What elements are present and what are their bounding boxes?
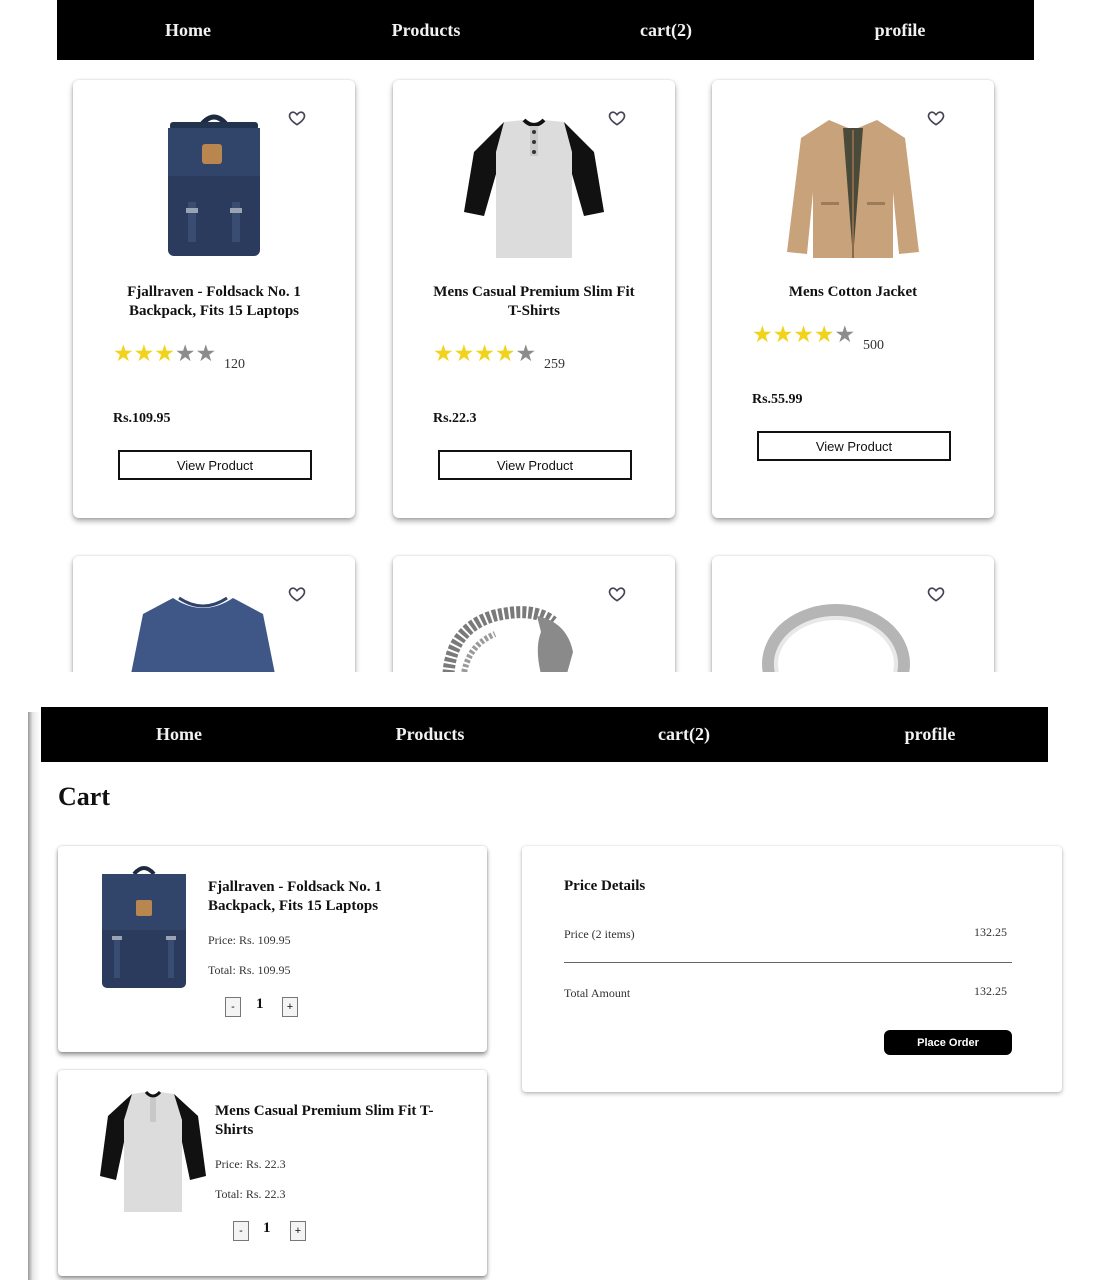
view-product-button[interactable]: View Product bbox=[438, 450, 632, 480]
cart-item-name: Mens Casual Premium Slim Fit T-Shirts bbox=[215, 1103, 434, 1138]
quantity-value: 1 bbox=[256, 996, 264, 1012]
cart-item-name: Fjallraven - Foldsack No. 1 Backpack, Fi… bbox=[208, 879, 382, 914]
page-title: Cart bbox=[58, 782, 110, 811]
total-amount-value: 132.25 bbox=[974, 984, 1007, 998]
nav-products[interactable]: Products bbox=[370, 0, 482, 60]
product-price: Rs.55.99 bbox=[752, 392, 803, 407]
cart-navbar: Home Products cart(2) profile bbox=[41, 707, 1048, 762]
jacket-image bbox=[787, 120, 919, 258]
nav-profile[interactable]: profile bbox=[844, 0, 956, 60]
product-title: Mens Cotton Jacket bbox=[788, 284, 918, 300]
view-product-button[interactable]: View Product bbox=[118, 450, 312, 480]
backpack-image bbox=[102, 866, 186, 988]
nav-home[interactable]: Home bbox=[132, 0, 244, 60]
product-row-2 bbox=[0, 540, 1105, 672]
nav-cart[interactable]: cart(2) bbox=[610, 0, 722, 60]
product-title: Fjallraven - Foldsack No. 1 Backpack, Fi… bbox=[127, 284, 301, 319]
price-details-panel: Price Details Price (2 items) 132.25 Tot… bbox=[522, 846, 1062, 1092]
product-card: Mens Cotton Jacket ★★★★★ 500 Rs.55.99 Vi… bbox=[712, 80, 994, 518]
heart-icon[interactable] bbox=[287, 584, 307, 604]
cart-item-total: Total: Rs. 22.3 bbox=[215, 1187, 286, 1201]
nav-products[interactable]: Products bbox=[374, 707, 486, 762]
product-card: Fjallraven - Foldsack No. 1 Backpack, Fi… bbox=[73, 80, 355, 518]
heart-icon[interactable] bbox=[607, 584, 627, 604]
nav-cart[interactable]: cart(2) bbox=[628, 707, 740, 762]
cart-item-price: Price: Rs. 109.95 bbox=[208, 933, 291, 947]
cart-item-total: Total: Rs. 109.95 bbox=[208, 963, 291, 977]
increase-qty-button[interactable]: + bbox=[282, 997, 298, 1017]
rating-count: 259 bbox=[544, 357, 565, 372]
rating-count: 500 bbox=[863, 338, 884, 353]
top-navbar: Home Products cart(2) profile bbox=[57, 0, 1034, 60]
product-card: Mens Casual Premium Slim Fit T-Shirts ★★… bbox=[393, 80, 675, 518]
tshirt-image bbox=[464, 118, 604, 258]
window-edge bbox=[28, 712, 40, 1280]
quantity-value: 1 bbox=[263, 1220, 271, 1236]
product-card bbox=[73, 556, 355, 672]
price-details-title: Price Details bbox=[564, 878, 646, 894]
total-amount-label: Total Amount bbox=[564, 986, 631, 1000]
heart-icon[interactable] bbox=[926, 584, 946, 604]
cart-item: Fjallraven - Foldsack No. 1 Backpack, Fi… bbox=[58, 846, 487, 1052]
place-order-button[interactable]: Place Order bbox=[884, 1030, 1012, 1055]
divider bbox=[564, 962, 1012, 963]
product-price: Rs.109.95 bbox=[113, 411, 171, 426]
increase-qty-button[interactable]: + bbox=[290, 1221, 306, 1241]
product-card bbox=[393, 556, 675, 672]
view-product-button[interactable]: View Product bbox=[757, 431, 951, 461]
nav-profile[interactable]: profile bbox=[874, 707, 986, 762]
nav-home[interactable]: Home bbox=[123, 707, 235, 762]
sweater-image bbox=[131, 596, 275, 672]
ring-image bbox=[762, 604, 910, 672]
tshirt-image bbox=[100, 1090, 206, 1212]
decrease-qty-button[interactable]: - bbox=[225, 997, 241, 1017]
cart-item: Mens Casual Premium Slim Fit T-Shirts Pr… bbox=[58, 1070, 487, 1276]
rating-stars: ★★★★★ bbox=[113, 341, 217, 366]
bracelet-image bbox=[442, 606, 573, 672]
product-card bbox=[712, 556, 994, 672]
product-title: Mens Casual Premium Slim Fit T-Shirts bbox=[433, 284, 635, 319]
rating-stars: ★★★★★ bbox=[752, 322, 856, 347]
rating-count: 120 bbox=[224, 357, 245, 372]
cart-item-price: Price: Rs. 22.3 bbox=[215, 1157, 286, 1171]
price-value: 132.25 bbox=[974, 925, 1007, 939]
price-label: Price (2 items) bbox=[564, 927, 635, 941]
decrease-qty-button[interactable]: - bbox=[233, 1221, 249, 1241]
backpack-image bbox=[168, 114, 260, 256]
product-price: Rs.22.3 bbox=[433, 411, 477, 426]
rating-stars: ★★★★★ bbox=[433, 341, 537, 366]
